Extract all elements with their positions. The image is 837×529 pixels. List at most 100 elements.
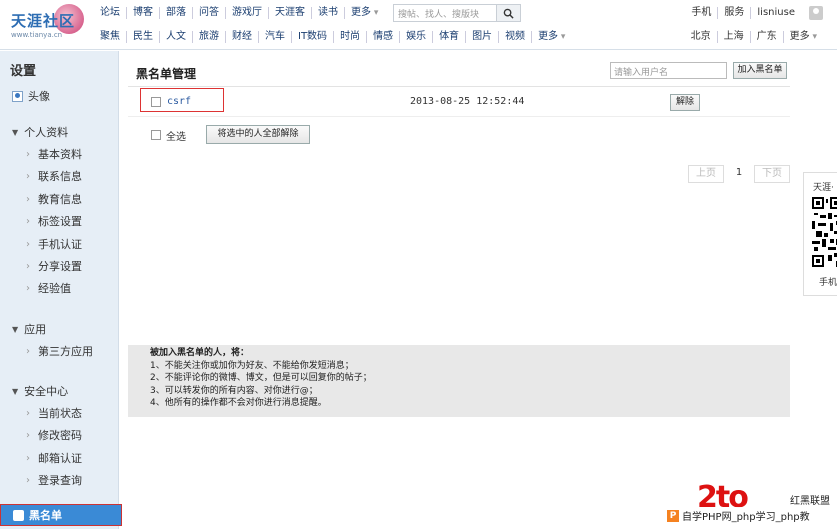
- channel-entertainment[interactable]: 娱乐: [399, 31, 432, 43]
- sidebar-item-label: 当前状态: [38, 407, 82, 420]
- region-more-dropdown[interactable]: 更多: [782, 31, 823, 43]
- nav-tianyake[interactable]: 天涯客: [268, 7, 311, 19]
- sidebar-item-label: 黑名单: [29, 509, 62, 522]
- qr-code-panel[interactable]: 天涯· 手机: [803, 172, 837, 296]
- mobile-link[interactable]: 手机: [691, 7, 717, 19]
- blocked-username[interactable]: csrf: [167, 96, 191, 107]
- pager-next-button[interactable]: 下页: [754, 165, 790, 183]
- channel-sports[interactable]: 体育: [432, 31, 465, 43]
- nav-tribe[interactable]: 部落: [159, 7, 192, 19]
- channel-focus[interactable]: 聚焦: [100, 31, 126, 43]
- sidebar-item-contact-info[interactable]: › 联系信息: [0, 165, 119, 187]
- sidebar-item-login-history[interactable]: › 登录查询: [0, 469, 119, 491]
- chevron-right-icon: ›: [26, 215, 30, 227]
- nav-qa[interactable]: 问答: [192, 7, 225, 19]
- sidebar-item-change-password[interactable]: › 修改密码: [0, 424, 119, 446]
- sidebar-item-label: 头像: [28, 90, 50, 103]
- unblock-selected-button[interactable]: 将选中的人全部解除: [206, 125, 310, 144]
- pager-current-page: 1: [735, 167, 743, 178]
- sidebar-item-email-verify[interactable]: › 邮箱认证: [0, 447, 119, 469]
- nav-books[interactable]: 读书: [311, 7, 344, 19]
- sidebar-group-profile[interactable]: ▼ 个人资料: [0, 121, 119, 143]
- channel-travel[interactable]: 旅游: [192, 31, 225, 43]
- channel-livelihood[interactable]: 民生: [126, 31, 159, 43]
- logo-text: 天涯社区: [11, 12, 76, 30]
- notice-line: 1、不能关注你或加你为好友、不能给你发短消息；: [150, 360, 354, 371]
- tianya-logo[interactable]: 天涯社区 www.tianya.cn: [8, 4, 90, 44]
- notice-line: 2、不能评论你的微博、博文，但是可以回复你的帖子；: [150, 373, 372, 383]
- service-link[interactable]: 服务: [717, 7, 750, 19]
- user-avatar-icon[interactable]: [809, 6, 823, 20]
- sidebar-item-basic-info[interactable]: › 基本资料: [0, 143, 119, 165]
- sidebar-item-share-settings[interactable]: › 分享设置: [0, 255, 119, 277]
- main-nav: 论坛 博客 部落 问答 游戏厅 天涯客 读书 更多: [100, 3, 384, 23]
- chevron-right-icon: ›: [26, 193, 30, 205]
- user-links: 手机 服务 lisniuse: [691, 3, 823, 23]
- sidebar-group-label: 应用: [24, 323, 47, 336]
- pager-prev-button[interactable]: 上页: [688, 165, 724, 183]
- nav-games[interactable]: 游戏厅: [225, 7, 268, 19]
- nav-more-dropdown[interactable]: 更多: [344, 7, 384, 19]
- nav-forum[interactable]: 论坛: [100, 7, 126, 19]
- chevron-right-icon: ›: [26, 282, 30, 294]
- unblock-button[interactable]: 解除: [670, 94, 700, 111]
- channel-auto[interactable]: 汽车: [258, 31, 291, 43]
- chevron-right-icon: ›: [26, 148, 30, 160]
- region-shanghai[interactable]: 上海: [716, 31, 750, 43]
- notice-line: 4、他所有的操作都不会对你进行消息提醒。: [150, 398, 327, 408]
- channel-it[interactable]: IT数码: [291, 31, 333, 43]
- top-header: 天涯社区 www.tianya.cn 论坛 博客 部落 问答 游戏厅 天涯客 读…: [0, 0, 837, 50]
- channel-emotion[interactable]: 情感: [366, 31, 399, 43]
- chevron-right-icon: ›: [26, 238, 30, 250]
- page-title: 黑名单管理: [136, 67, 197, 81]
- chevron-right-icon: ›: [26, 429, 30, 441]
- sidebar-item-label: 修改密码: [38, 429, 82, 442]
- channel-finance[interactable]: 财经: [225, 31, 258, 43]
- sidebar-group-security[interactable]: ▼ 安全中心: [0, 380, 119, 402]
- region-links: 北京 上海 广东 更多: [691, 27, 823, 47]
- channel-culture[interactable]: 人文: [159, 31, 192, 43]
- watermark-bar: P 自学PHP网_php学习_php教: [667, 507, 837, 524]
- blacklist-user-icon: [13, 509, 24, 521]
- sidebar-item-third-party-apps[interactable]: › 第三方应用: [0, 340, 119, 362]
- sidebar-item-label: 第三方应用: [38, 345, 93, 358]
- watermark-text: 自学PHP网_php学习_php教: [682, 512, 810, 523]
- select-all-checkbox[interactable]: [151, 130, 161, 140]
- sidebar-item-current-status[interactable]: › 当前状态: [0, 402, 119, 424]
- add-to-blacklist-button[interactable]: 加入黑名单: [733, 62, 787, 79]
- row-checkbox[interactable]: [151, 97, 161, 107]
- sidebar-item-education-info[interactable]: › 教育信息: [0, 188, 119, 210]
- username-input[interactable]: 请输入用户名: [610, 62, 727, 79]
- sidebar-item-tags[interactable]: › 标签设置: [0, 210, 119, 232]
- sidebar-item-experience[interactable]: › 经验值: [0, 277, 119, 299]
- search-placeholder: 搜帖、找人、搜版块: [398, 10, 480, 20]
- sidebar-item-label: 登录查询: [38, 474, 82, 487]
- search-icon: [503, 8, 514, 19]
- sidebar-item-avatar[interactable]: 头像: [0, 85, 119, 107]
- chevron-right-icon: ›: [26, 260, 30, 272]
- region-guangdong[interactable]: 广东: [749, 31, 783, 43]
- channel-pictures[interactable]: 图片: [465, 31, 498, 43]
- username-link[interactable]: lisniuse: [750, 7, 801, 19]
- sidebar-item-label: 经验值: [38, 282, 71, 295]
- region-beijing[interactable]: 北京: [691, 31, 717, 43]
- sidebar-group-apps[interactable]: ▼ 应用: [0, 318, 119, 340]
- sidebar-item-label: 分享设置: [38, 260, 82, 273]
- qr-code-icon: [812, 197, 837, 267]
- channel-fashion[interactable]: 时尚: [333, 31, 366, 43]
- notice-title: 被加入黑名单的人，将：: [150, 348, 250, 358]
- logo-url: www.tianya.cn: [11, 31, 63, 39]
- search-button[interactable]: [496, 5, 520, 21]
- sidebar-item-blacklist[interactable]: 黑名单: [0, 504, 122, 526]
- channel-video[interactable]: 视频: [498, 31, 531, 43]
- sidebar-group-label: 安全中心: [24, 385, 69, 398]
- nav-blog[interactable]: 博客: [126, 7, 159, 19]
- chevron-right-icon: ›: [26, 170, 30, 182]
- blocked-time: 2013-08-25 12:52:44: [410, 96, 525, 107]
- search-input[interactable]: 搜帖、找人、搜版块: [393, 4, 521, 22]
- chevron-right-icon: ›: [26, 345, 30, 357]
- channel-more-dropdown[interactable]: 更多: [531, 31, 571, 43]
- notice-line: 3、可以转发你的所有内容、对你进行@；: [150, 385, 318, 396]
- sidebar-item-phone-verify[interactable]: › 手机认证: [0, 233, 119, 255]
- sidebar-group-label: 个人资料: [24, 126, 69, 139]
